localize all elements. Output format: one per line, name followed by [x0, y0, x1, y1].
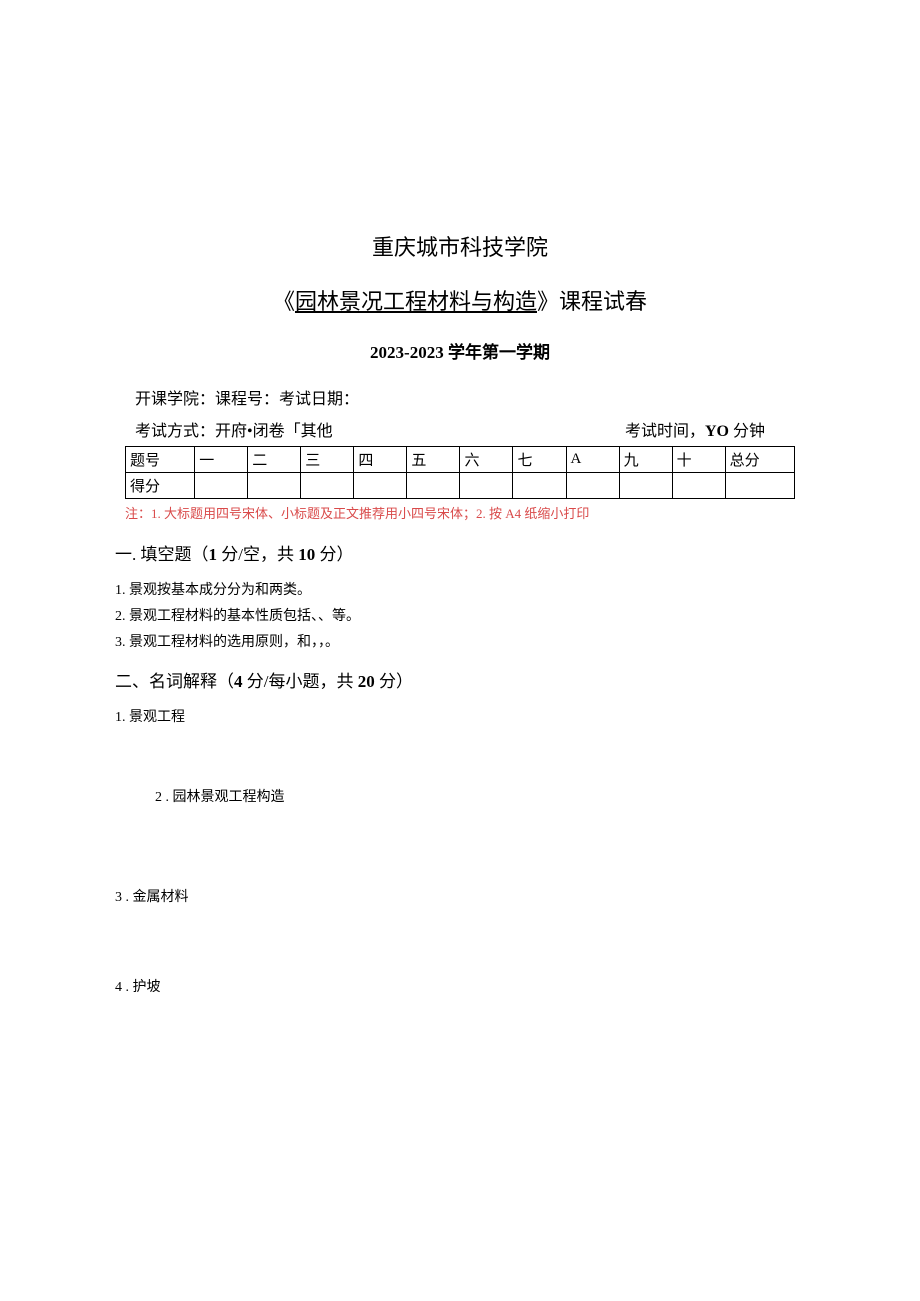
col-5: 五 [407, 447, 460, 473]
exam-time-value: YO [705, 423, 729, 440]
score-total [725, 473, 794, 499]
col-2: 二 [248, 447, 301, 473]
course-title: 《园林景况工程材料与构造》课程试春 [115, 284, 805, 316]
exam-time: 考试时间，YO 分钟 [625, 417, 805, 441]
institution-title: 重庆城市科技学院 [115, 230, 805, 262]
exam-time-prefix: 考试时间， [625, 423, 705, 440]
score-3 [301, 473, 354, 499]
s1-b2: 10 [298, 545, 315, 564]
course-prefix: 《 [273, 289, 295, 314]
score-7 [513, 473, 566, 499]
score-9 [619, 473, 672, 499]
s2-mid: 分/每小题，共 [243, 672, 358, 691]
score-4 [354, 473, 407, 499]
course-suffix: 》课程试春 [537, 289, 647, 314]
s1-b1: 1 [209, 545, 218, 564]
score-8 [566, 473, 619, 499]
course-name: 园林景况工程材料与构造 [295, 289, 537, 314]
section-2-heading: 二、名词解释（4 分/每小题，共 20 分） [115, 667, 805, 692]
col-4: 四 [354, 447, 407, 473]
s2-suffix: 分） [375, 672, 413, 691]
s2-prefix: 二、名词解释（ [115, 672, 234, 691]
col-1: 一 [195, 447, 248, 473]
col-7: 七 [513, 447, 566, 473]
score-5 [407, 473, 460, 499]
score-2 [248, 473, 301, 499]
s2-q4: 4 . 护坡 [115, 976, 805, 996]
col-6: 六 [460, 447, 513, 473]
s1-prefix: 一. 填空题（ [115, 545, 209, 564]
col-3: 三 [301, 447, 354, 473]
s2-q2: 2 . 园林景观工程构造 [115, 786, 805, 806]
col-9: 九 [619, 447, 672, 473]
s1-q1: 1. 景观按基本成分分为和两类。 [115, 579, 805, 599]
s2-q1: 1. 景观工程 [115, 706, 805, 726]
score-6 [460, 473, 513, 499]
s2-q3: 3 . 金属材料 [115, 886, 805, 906]
table-row-score: 得分 [126, 473, 795, 499]
s1-suffix: 分） [315, 545, 353, 564]
info-line: 开课学院：课程号：考试日期： [115, 385, 805, 409]
exam-mode: 考试方式：开府•闭卷「其他 [135, 417, 625, 441]
col-10: 十 [672, 447, 725, 473]
col-total: 总分 [725, 447, 794, 473]
table-row-header: 题号 一 二 三 四 五 六 七 A 九 十 总分 [126, 447, 795, 473]
exam-time-suffix: 分钟 [729, 423, 765, 440]
s1-q3: 3. 景观工程材料的选用原则，和，，。 [115, 631, 805, 651]
s2-b1: 4 [234, 672, 243, 691]
exam-row: 考试方式：开府•闭卷「其他 考试时间，YO 分钟 [115, 417, 805, 441]
score-table: 题号 一 二 三 四 五 六 七 A 九 十 总分 得分 [125, 446, 795, 499]
s1-mid: 分/空，共 [217, 545, 298, 564]
print-note: 注：1. 大标题用四号宋体、小标题及正文推荐用小四号宋体；2. 按 A4 纸缩小… [115, 503, 805, 522]
s2-b2: 20 [358, 672, 375, 691]
section-1-questions: 1. 景观按基本成分分为和两类。 2. 景观工程材料的基本性质包括、、等。 3.… [115, 579, 805, 651]
header-label: 题号 [126, 447, 195, 473]
score-label: 得分 [126, 473, 195, 499]
score-1 [195, 473, 248, 499]
s1-q2: 2. 景观工程材料的基本性质包括、、等。 [115, 605, 805, 625]
score-10 [672, 473, 725, 499]
term-title: 2023-2023 学年第一学期 [115, 338, 805, 363]
col-8: A [566, 447, 619, 473]
section-1-heading: 一. 填空题（1 分/空，共 10 分） [115, 540, 805, 565]
